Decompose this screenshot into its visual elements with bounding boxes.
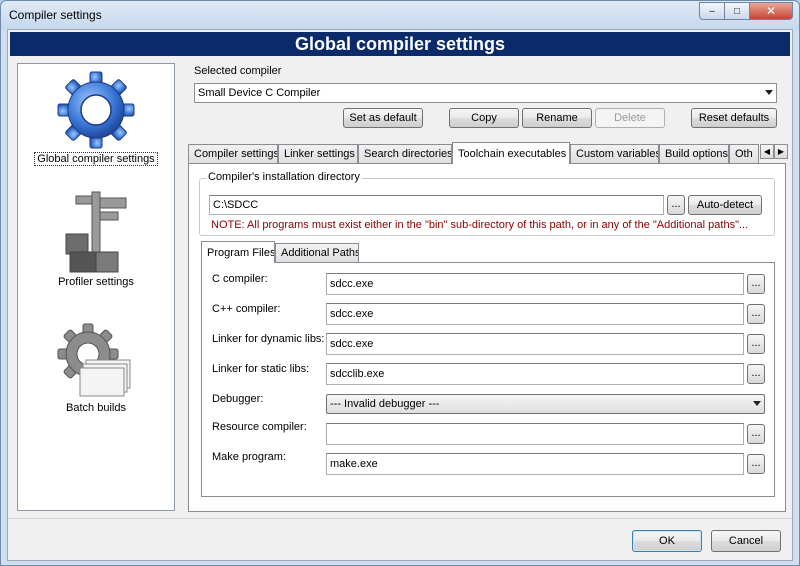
- install-dir-label: Compiler's installation directory: [206, 171, 362, 183]
- chevron-down-icon: [753, 401, 761, 406]
- maximize-button[interactable]: □: [725, 2, 750, 20]
- category-label: Global compiler settings: [34, 152, 158, 166]
- browse-install-dir-button[interactable]: ...: [667, 195, 685, 215]
- cancel-button[interactable]: Cancel: [711, 530, 781, 552]
- close-button[interactable]: ✕: [750, 2, 793, 20]
- debugger-select-value: --- Invalid debugger ---: [330, 398, 440, 410]
- debugger-label: Debugger:: [212, 393, 264, 405]
- compiler-select[interactable]: Small Device C Compiler: [194, 83, 777, 103]
- resource-compiler-label: Resource compiler:: [212, 421, 307, 433]
- tab-custom-variables[interactable]: Custom variables: [570, 144, 659, 163]
- category-label: Batch builds: [66, 402, 126, 414]
- caliper-blocks-icon: [65, 191, 127, 273]
- window-title: Compiler settings: [9, 8, 102, 22]
- tab-compiler-settings[interactable]: Compiler settings: [188, 144, 278, 163]
- tab-program-files[interactable]: Program Files: [201, 241, 275, 263]
- rename-button[interactable]: Rename: [522, 108, 592, 128]
- linker-dynamic-label: Linker for dynamic libs:: [212, 333, 325, 345]
- category-label: Profiler settings: [58, 276, 134, 288]
- linker-static-input[interactable]: sdcclib.exe: [326, 363, 744, 385]
- tab-additional-paths[interactable]: Additional Paths: [275, 243, 359, 262]
- caption-buttons: – □ ✕: [699, 2, 793, 20]
- category-list: Global compiler settings Profiler settin…: [17, 63, 175, 511]
- program-files-page: C compiler: sdcc.exe ... C++ compiler: s…: [201, 262, 775, 497]
- tab-search-directories[interactable]: Search directories: [358, 144, 452, 163]
- title-bar[interactable]: Compiler settings – □ ✕: [1, 1, 799, 29]
- browse-make-program-button[interactable]: ...: [747, 454, 765, 474]
- resource-compiler-input[interactable]: [326, 423, 744, 445]
- install-dir-note: NOTE: All programs must exist either in …: [211, 219, 749, 231]
- set-as-default-button[interactable]: Set as default: [343, 108, 423, 128]
- reset-defaults-button[interactable]: Reset defaults: [691, 108, 777, 128]
- settings-tabs: Compiler settings Linker settings Search…: [186, 142, 788, 164]
- tab-linker-settings[interactable]: Linker settings: [278, 144, 358, 163]
- category-batch-builds[interactable]: Batch builds: [18, 320, 174, 414]
- debugger-select[interactable]: --- Invalid debugger ---: [326, 394, 765, 414]
- gear-papers-icon: [57, 323, 131, 397]
- cpp-compiler-input[interactable]: sdcc.exe: [326, 303, 744, 325]
- browse-resource-compiler-button[interactable]: ...: [747, 424, 765, 444]
- delete-button[interactable]: Delete: [595, 108, 665, 128]
- auto-detect-button[interactable]: Auto-detect: [688, 195, 762, 215]
- category-profiler-settings[interactable]: Profiler settings: [18, 190, 174, 288]
- browse-c-compiler-button[interactable]: ...: [747, 274, 765, 294]
- minimize-button[interactable]: –: [699, 2, 725, 20]
- linker-static-label: Linker for static libs:: [212, 363, 310, 375]
- toolchain-executables-page: Compiler's installation directory C:\SDC…: [188, 163, 786, 512]
- browse-linker-static-button[interactable]: ...: [747, 364, 765, 384]
- dialog-client-area: Global compiler settings Global compiler…: [7, 29, 793, 561]
- settings-panel: Selected compiler Small Device C Compile…: [186, 56, 788, 512]
- page-title: Global compiler settings: [10, 32, 790, 56]
- category-global-compiler-settings[interactable]: Global compiler settings: [18, 70, 174, 166]
- tab-scroll-left-button[interactable]: ◀: [760, 144, 774, 159]
- footer-separator: [8, 518, 792, 519]
- program-subtabs: Program Files Additional Paths: [199, 241, 775, 263]
- make-program-label: Make program:: [212, 451, 286, 463]
- install-dir-input[interactable]: C:\SDCC: [209, 195, 664, 215]
- c-compiler-input[interactable]: sdcc.exe: [326, 273, 744, 295]
- tab-scroll-right-button[interactable]: ▶: [774, 144, 788, 159]
- tab-other[interactable]: Oth: [729, 144, 759, 163]
- linker-dynamic-input[interactable]: sdcc.exe: [326, 333, 744, 355]
- browse-cpp-compiler-button[interactable]: ...: [747, 304, 765, 324]
- copy-button[interactable]: Copy: [449, 108, 519, 128]
- tab-toolchain-executables[interactable]: Toolchain executables: [452, 142, 570, 164]
- compiler-select-value: Small Device C Compiler: [198, 87, 321, 99]
- browse-linker-dynamic-button[interactable]: ...: [747, 334, 765, 354]
- cpp-compiler-label: C++ compiler:: [212, 303, 281, 315]
- chevron-down-icon: [765, 90, 773, 95]
- make-program-input[interactable]: make.exe: [326, 453, 744, 475]
- gear-icon: [57, 71, 135, 149]
- ok-button[interactable]: OK: [632, 530, 702, 552]
- selected-compiler-label: Selected compiler: [194, 65, 282, 77]
- compiler-settings-window: Compiler settings – □ ✕ Global compiler …: [0, 0, 800, 566]
- c-compiler-label: C compiler:: [212, 273, 268, 285]
- tab-build-options[interactable]: Build options: [659, 144, 729, 163]
